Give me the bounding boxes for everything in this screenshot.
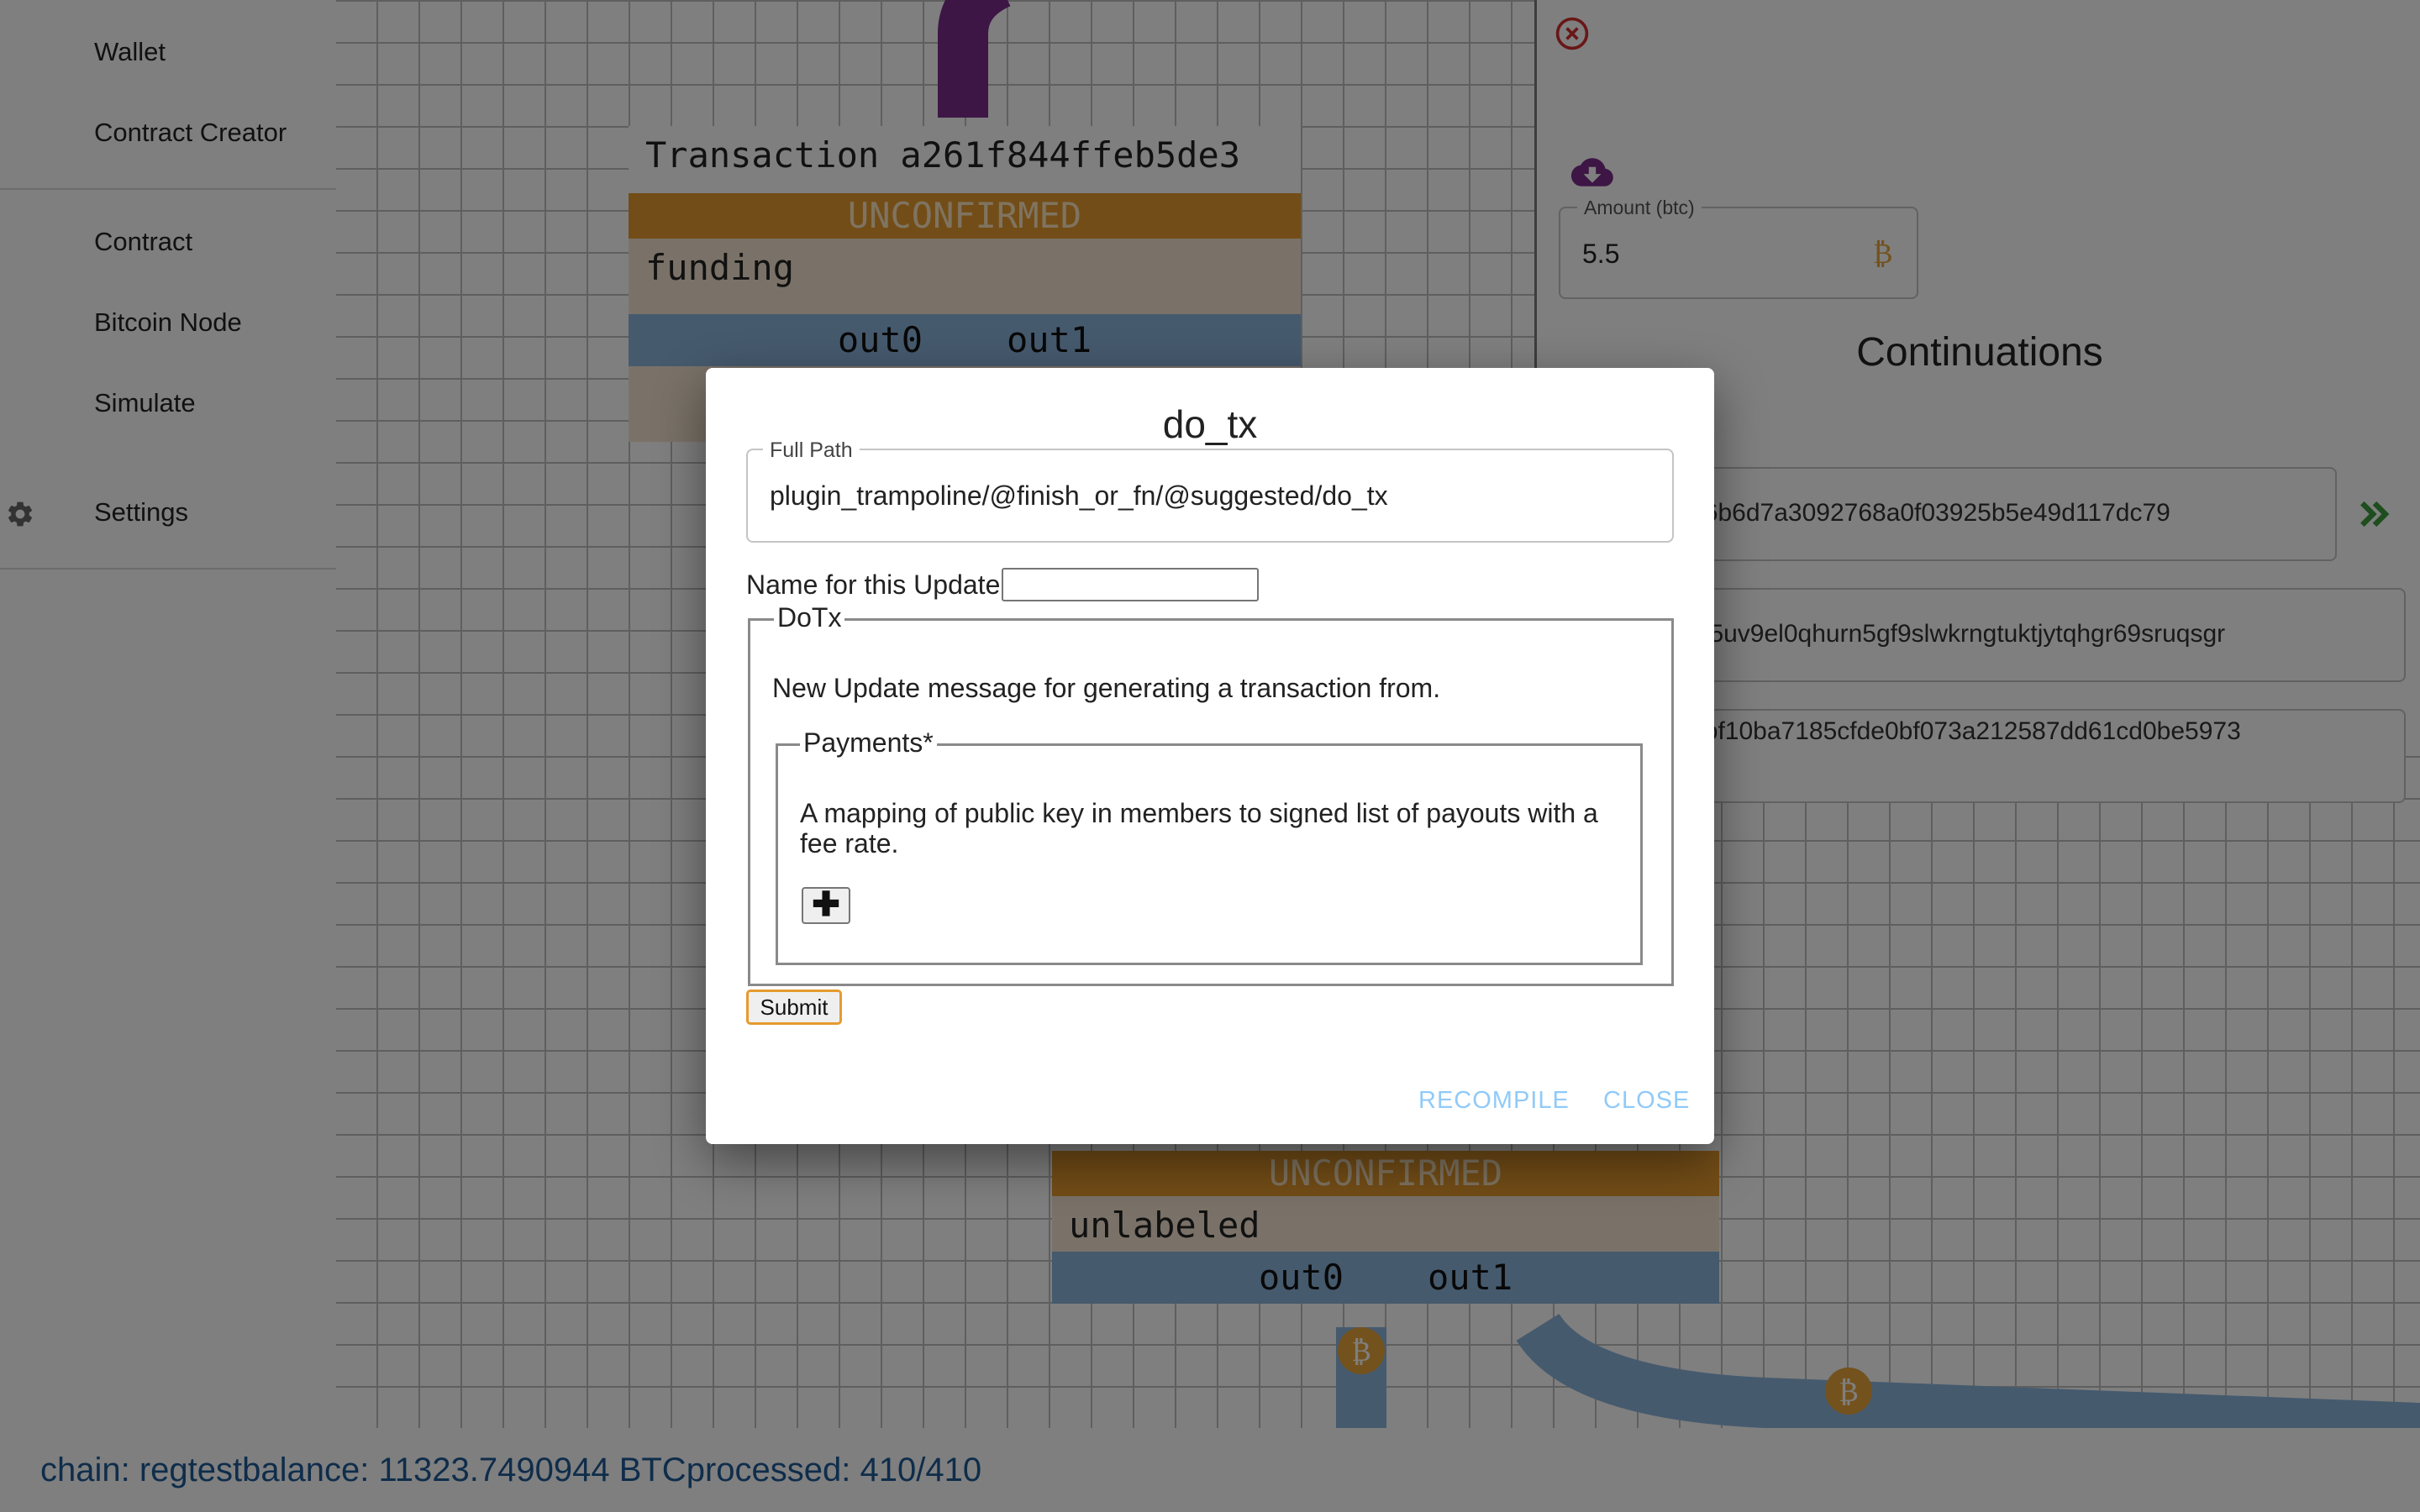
dotx-fieldset: DoTx New Update message for generating a… — [748, 602, 1674, 986]
do-tx-dialog: do_tx Full Path plugin_trampoline/@finis… — [706, 368, 1714, 1144]
name-label: Name for this Update — [746, 569, 1001, 600]
full-path-label: Full Path — [763, 438, 860, 463]
add-payment-button[interactable]: ✚ — [802, 887, 850, 924]
close-button[interactable]: CLOSE — [1603, 1087, 1690, 1115]
payments-description: A mapping of public key in members to si… — [800, 798, 1598, 858]
full-path-value: plugin_trampoline/@finish_or_fn/@suggest… — [770, 480, 1388, 511]
payments-legend: Payments* — [800, 727, 937, 759]
update-name-input[interactable] — [1002, 568, 1260, 601]
dotx-legend: DoTx — [774, 602, 845, 633]
name-row: Name for this Update — [746, 568, 1260, 601]
full-path-field[interactable]: Full Path plugin_trampoline/@finish_or_f… — [746, 438, 1674, 543]
recompile-button[interactable]: RECOMPILE — [1418, 1087, 1570, 1115]
submit-button[interactable]: Submit — [746, 990, 842, 1025]
dotx-description: New Update message for generating a tran… — [772, 673, 1441, 703]
payments-fieldset: Payments* A mapping of public key in mem… — [776, 727, 1643, 965]
